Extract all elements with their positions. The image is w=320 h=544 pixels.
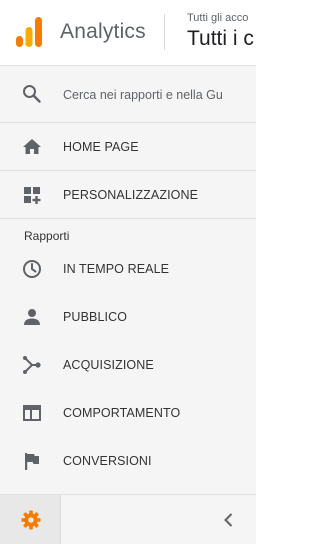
admin-button[interactable] [0, 495, 61, 544]
search-input[interactable] [63, 85, 225, 105]
sidebar-item-acquisition[interactable]: ACQUISIZIONE [0, 341, 256, 389]
chevron-left-icon[interactable] [220, 510, 238, 530]
gear-icon [21, 510, 41, 530]
header-divider [164, 14, 165, 50]
account-selector[interactable]: Tutti gli acco Tutti i c [187, 11, 256, 52]
sidebar-item-realtime[interactable]: IN TEMPO REALE [0, 245, 256, 293]
acquisition-icon [23, 356, 41, 374]
app-header: Analytics Tutti gli acco Tutti i c [0, 0, 256, 66]
sidebar-item-label: PUBBLICO [63, 310, 128, 324]
sidebar-item-label: IN TEMPO REALE [63, 262, 170, 276]
sidebar-item-label: HOME PAGE [63, 140, 139, 154]
home-icon [23, 139, 41, 154]
dashboard-add-icon [24, 187, 41, 204]
analytics-logo[interactable] [16, 17, 42, 47]
sidebar-item-label: PERSONALIZZAZIONE [63, 188, 199, 202]
sidebar-item-label: ACQUISIZIONE [63, 358, 154, 372]
flag-icon [25, 453, 39, 470]
sidebar-item-audience[interactable]: PUBBLICO [0, 293, 256, 341]
view-name: Tutti i c [187, 27, 254, 50]
search-row [0, 66, 256, 123]
app-name: Analytics [60, 20, 146, 43]
sidebar-item-conversions[interactable]: CONVERSIONI [0, 437, 256, 485]
sidebar-footer [0, 494, 256, 544]
sidebar-item-behavior[interactable]: COMPORTAMENTO [0, 389, 256, 437]
sidebar-item-customization[interactable]: PERSONALIZZAZIONE [0, 171, 256, 219]
sidebar-item-label: CONVERSIONI [63, 454, 152, 468]
behavior-icon [23, 405, 41, 421]
clock-icon [23, 260, 41, 278]
reports-section-header: Rapporti [0, 219, 256, 245]
person-icon [24, 309, 40, 325]
sidebar-item-home[interactable]: HOME PAGE [0, 123, 256, 171]
section-title: Rapporti [24, 229, 70, 243]
sidebar-item-label: COMPORTAMENTO [63, 406, 181, 420]
account-path: Tutti gli acco [187, 12, 249, 24]
search-icon [23, 85, 41, 103]
sidebar: HOME PAGE PERSONALIZZAZIONE Rapporti IN … [0, 66, 256, 494]
